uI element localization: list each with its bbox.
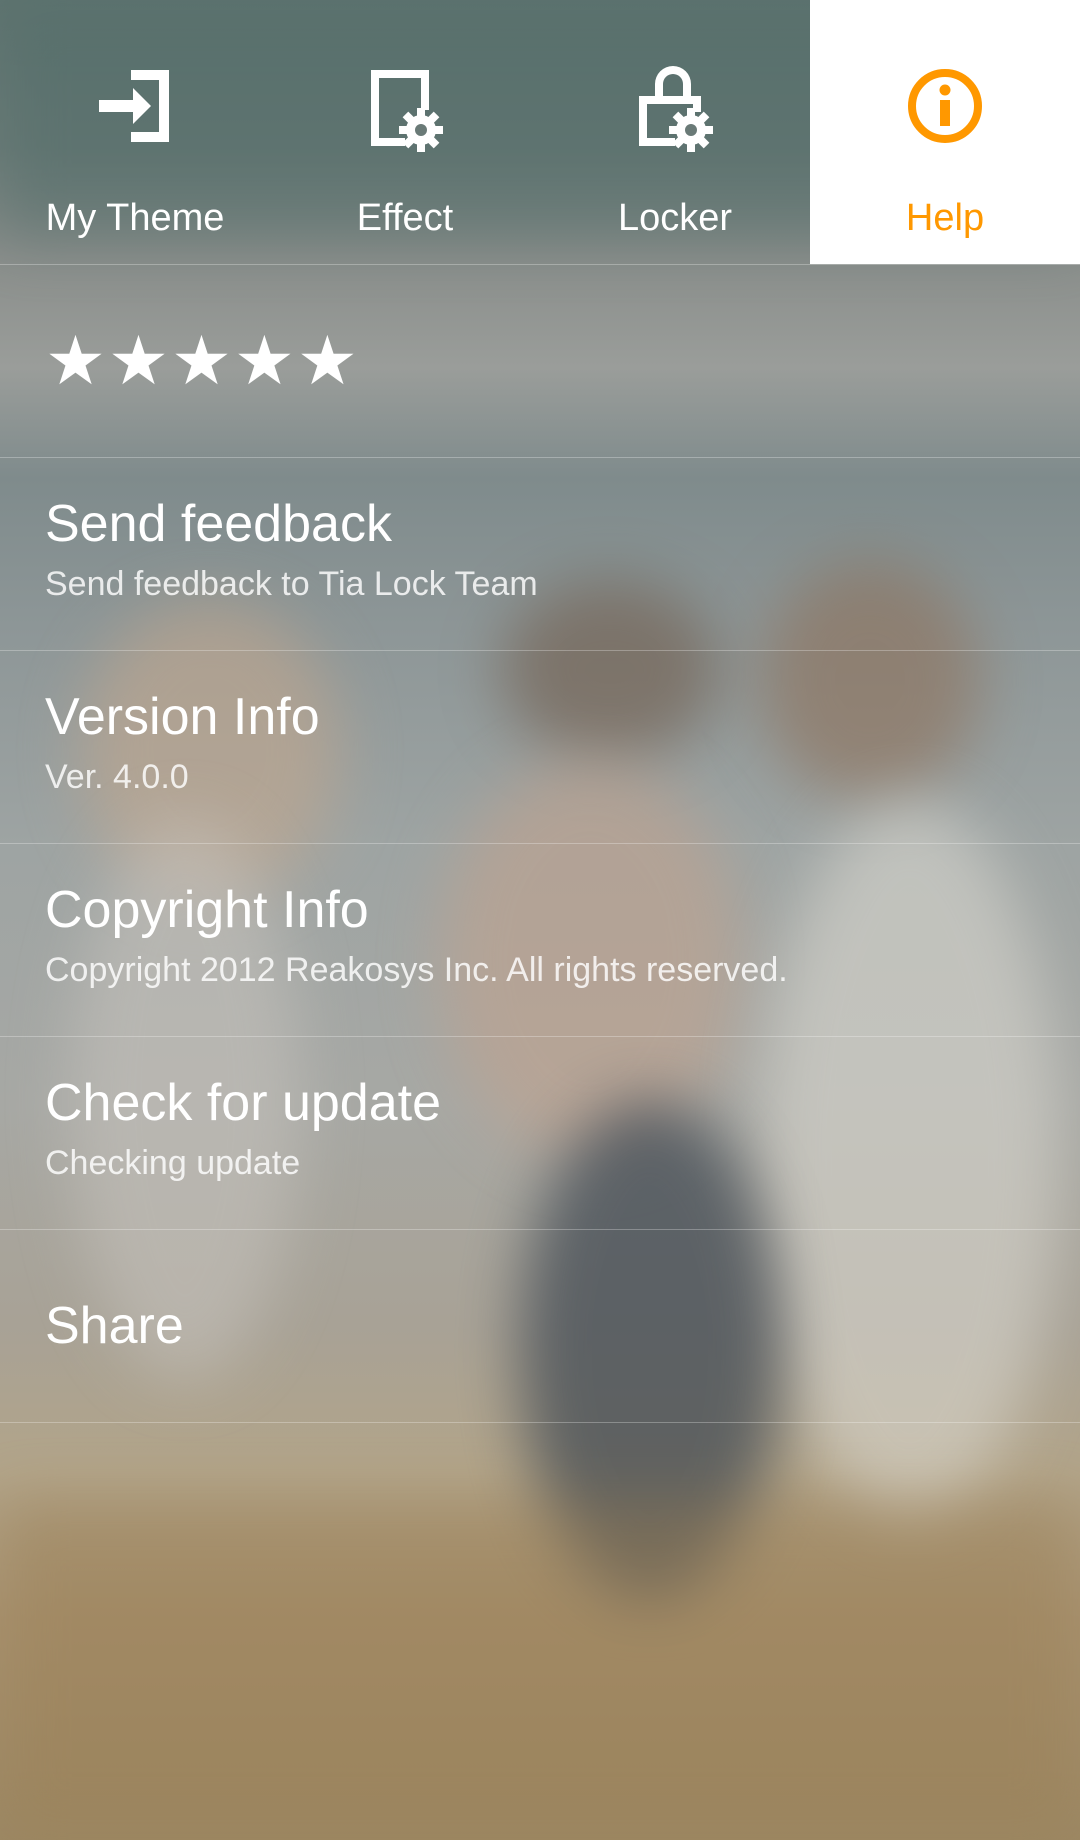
row-subtitle: Checking update bbox=[45, 1144, 301, 1182]
row-title: Share bbox=[45, 1297, 184, 1355]
tab-locker[interactable]: Locker bbox=[540, 0, 810, 264]
row-title: Version Info bbox=[45, 688, 320, 746]
tab-bar: My Theme Effect Locker Help bbox=[0, 0, 1080, 265]
tab-label: Locker bbox=[617, 197, 733, 239]
tab-effect[interactable]: Effect bbox=[270, 0, 540, 264]
rate-app-row[interactable]: ★ ★ ★ ★ ★ bbox=[0, 265, 1080, 458]
tab-label: Help bbox=[905, 197, 985, 239]
star-icon: ★ bbox=[233, 322, 295, 401]
star-icon: ★ bbox=[296, 322, 358, 401]
tab-label: Effect bbox=[356, 197, 454, 239]
share-row[interactable]: Share bbox=[0, 1230, 1080, 1423]
send-feedback-row[interactable]: Send feedback Send feedback to Tia Lock … bbox=[0, 458, 1080, 651]
star-icon: ★ bbox=[107, 322, 169, 401]
row-subtitle: Copyright 2012 Reakosys Inc. All rights … bbox=[45, 951, 788, 989]
row-title: Send feedback bbox=[45, 495, 392, 553]
star-icon: ★ bbox=[170, 322, 232, 401]
row-title: Check for update bbox=[45, 1074, 442, 1132]
rating-stars: ★ ★ ★ ★ ★ bbox=[45, 327, 358, 397]
lock-gear-icon bbox=[639, 66, 713, 152]
row-title: Copyright Info bbox=[45, 881, 369, 939]
tab-label: My Theme bbox=[45, 197, 225, 239]
document-gear-icon bbox=[371, 70, 443, 152]
tab-help[interactable]: Help bbox=[810, 0, 1080, 264]
enter-box-icon bbox=[99, 70, 169, 142]
copyright-info-row[interactable]: Copyright Info Copyright 2012 Reakosys I… bbox=[0, 844, 1080, 1037]
version-info-row[interactable]: Version Info Ver. 4.0.0 bbox=[0, 651, 1080, 844]
row-subtitle: Send feedback to Tia Lock Team bbox=[45, 565, 538, 603]
tab-my-theme[interactable]: My Theme bbox=[0, 0, 270, 264]
help-list: ★ ★ ★ ★ ★ Send feedback Send feedback to… bbox=[0, 265, 1080, 1423]
help-screen: My Theme Effect Locker Help ★ ★ ★ ★ ★ Se… bbox=[0, 0, 1080, 1840]
star-icon: ★ bbox=[45, 322, 106, 401]
check-update-row[interactable]: Check for update Checking update bbox=[0, 1037, 1080, 1230]
row-subtitle: Ver. 4.0.0 bbox=[45, 758, 189, 796]
info-icon bbox=[908, 69, 982, 143]
